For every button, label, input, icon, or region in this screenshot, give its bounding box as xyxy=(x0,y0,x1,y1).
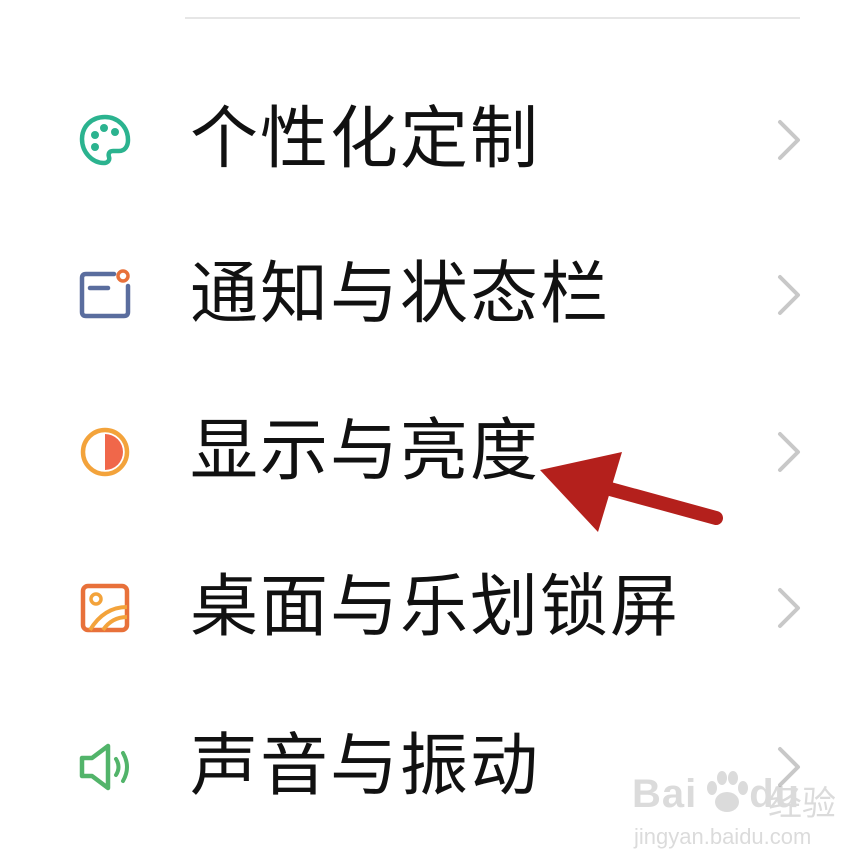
settings-item-label: 声音与振动 xyxy=(190,727,541,806)
palette-icon xyxy=(74,109,136,171)
paw-icon xyxy=(700,766,754,820)
settings-item-desktop-lockscreen[interactable]: 桌面与乐划锁屏 xyxy=(0,538,864,678)
settings-item-display-brightness[interactable]: 显示与亮度 xyxy=(0,382,864,522)
settings-item-label: 个性化定制 xyxy=(190,100,541,179)
settings-item-personalization[interactable]: 个性化定制 xyxy=(0,70,864,210)
speaker-icon xyxy=(74,736,136,798)
settings-item-label: 通知与状态栏 xyxy=(190,255,611,334)
settings-screen: 个性化定制 通知与状态栏 显示与亮度 桌面与乐划锁屏 声音与振动 Bai du … xyxy=(0,0,864,864)
top-divider xyxy=(185,17,800,19)
chevron-right-icon xyxy=(772,428,806,476)
watermark-cn: 经验 xyxy=(768,784,836,824)
brightness-icon xyxy=(74,421,136,483)
chevron-right-icon xyxy=(772,271,806,319)
settings-item-label: 桌面与乐划锁屏 xyxy=(190,568,681,647)
chevron-right-icon xyxy=(772,116,806,164)
baidu-watermark: Bai du 经验 jingyan.baidu.com xyxy=(632,766,842,856)
wallpaper-icon xyxy=(74,577,136,639)
notification-icon xyxy=(74,264,136,326)
chevron-right-icon xyxy=(772,584,806,632)
watermark-url: jingyan.baidu.com xyxy=(634,824,812,849)
settings-item-label: 显示与亮度 xyxy=(190,412,541,491)
settings-item-notifications[interactable]: 通知与状态栏 xyxy=(0,225,864,365)
